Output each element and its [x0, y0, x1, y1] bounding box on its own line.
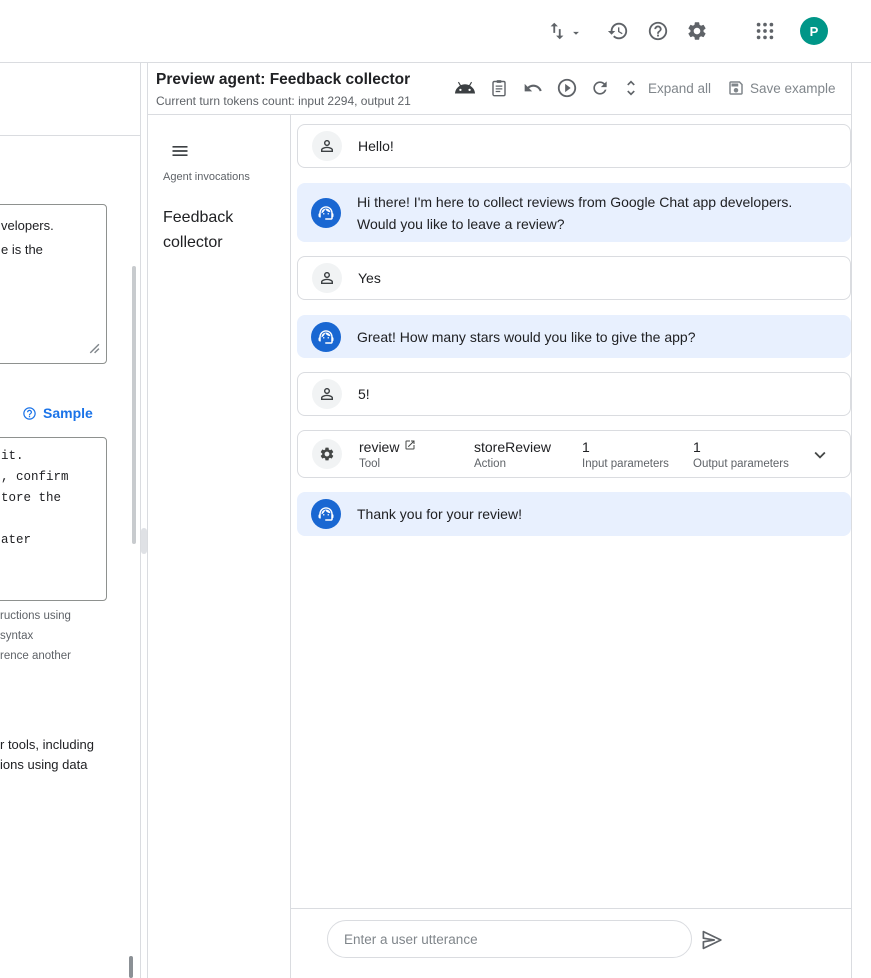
- account-avatar[interactable]: P: [800, 17, 828, 45]
- tool-gear-icon: [312, 439, 342, 469]
- settings-icon[interactable]: [685, 19, 709, 43]
- support-agent-icon: [311, 198, 341, 228]
- send-icon[interactable]: [699, 927, 725, 953]
- preview-right-border: [851, 62, 852, 978]
- goal-text-fragment: e is the: [1, 238, 54, 262]
- android-icon[interactable]: [454, 77, 476, 99]
- utterance-input[interactable]: [328, 921, 691, 957]
- clipboard-icon[interactable]: [489, 78, 509, 98]
- action-type-label: Action: [474, 458, 506, 470]
- goal-text-fragment: velopers.: [1, 214, 54, 238]
- message-text: Thank you for your review!: [357, 503, 835, 525]
- hint-text-fragment: syntax: [0, 626, 71, 646]
- person-icon: [312, 263, 342, 293]
- open-in-new-icon[interactable]: [404, 439, 416, 451]
- preview-title: Preview agent: Feedback collector: [156, 71, 410, 89]
- goal-textarea[interactable]: velopers. e is the: [0, 204, 107, 364]
- expand-all-button[interactable]: Expand all: [648, 81, 711, 96]
- save-icon[interactable]: [727, 79, 745, 97]
- output-params-label: Output parameters: [693, 458, 789, 470]
- sample-link[interactable]: Sample: [22, 404, 93, 421]
- user-message: 5!: [297, 372, 851, 416]
- instructions-fragment: , confirm: [1, 467, 69, 488]
- instructions-textarea[interactable]: it. , confirm tore the ater: [0, 437, 107, 601]
- instructions-fragment: ater: [1, 530, 69, 551]
- nav-section-label: Agent invocations: [163, 171, 250, 183]
- history-icon[interactable]: [606, 19, 630, 43]
- left-panel-scrollbar-thumb[interactable]: [132, 266, 136, 544]
- utterance-input-wrapper: [327, 920, 692, 958]
- undo-icon[interactable]: [523, 78, 543, 98]
- person-icon: [312, 379, 342, 409]
- splitter-right-edge: [147, 62, 148, 978]
- message-text: Hi there! I'm here to collect reviews fr…: [357, 191, 835, 235]
- tools-text-fragment: ions using data: [0, 755, 94, 775]
- app-window: P velopers. e is the Sample it.: [0, 0, 871, 978]
- nav-agent-item[interactable]: Feedback collector: [163, 205, 281, 255]
- support-agent-icon: [311, 499, 341, 529]
- preview-token-count: Current turn tokens count: input 2294, o…: [156, 94, 411, 108]
- input-params-label: Input parameters: [582, 458, 669, 470]
- message-text: Great! How many stars would you like to …: [357, 326, 835, 348]
- left-panel-divider: [0, 135, 140, 136]
- tool-type-label: Tool: [359, 458, 380, 470]
- tools-text-fragment: r tools, including: [0, 735, 94, 755]
- refresh-icon[interactable]: [590, 78, 610, 98]
- message-text: 5!: [358, 383, 834, 405]
- hint-text-fragment: rence another: [0, 646, 71, 666]
- agent-message: Great! How many stars would you like to …: [297, 315, 851, 358]
- dropdown-caret-icon[interactable]: [569, 26, 583, 40]
- resize-handle-icon[interactable]: [87, 341, 100, 359]
- input-params-count: 1: [582, 439, 590, 455]
- play-circle-icon[interactable]: [556, 77, 578, 99]
- help-icon[interactable]: [646, 19, 670, 43]
- avatar-letter: P: [810, 24, 819, 39]
- sample-link-label: Sample: [43, 405, 93, 421]
- action-name: storeReview: [474, 439, 551, 455]
- user-message: Hello!: [297, 124, 851, 168]
- nav-divider: [290, 114, 291, 978]
- tool-name: review: [359, 439, 399, 455]
- hint-text-fragment: ructions using: [0, 606, 71, 626]
- message-text: Hello!: [358, 135, 834, 157]
- composer-divider: [291, 908, 851, 909]
- tool-name-row: review: [359, 439, 416, 455]
- help-icon: [22, 404, 37, 421]
- user-message: Yes: [297, 256, 851, 300]
- apps-grid-icon[interactable]: [754, 20, 776, 42]
- swap-vert-icon[interactable]: [545, 19, 569, 43]
- instructions-fragment: it.: [1, 446, 69, 467]
- page-scrollbar-thumb[interactable]: [129, 956, 133, 978]
- preview-header-divider: [148, 114, 851, 115]
- agent-message: Hi there! I'm here to collect reviews fr…: [297, 183, 851, 242]
- menu-icon[interactable]: [170, 141, 190, 161]
- splitter-left-edge: [140, 62, 141, 978]
- message-text: Yes: [358, 267, 834, 289]
- agent-message: Thank you for your review!: [297, 492, 851, 536]
- support-agent-icon: [311, 322, 341, 352]
- instructions-fragment: tore the: [1, 488, 69, 509]
- panel-resize-handle[interactable]: [141, 528, 147, 554]
- save-example-button[interactable]: Save example: [750, 81, 836, 96]
- tool-invocation-card[interactable]: review Tool storeReview Action 1 Input p…: [297, 430, 851, 478]
- topbar-divider: [0, 62, 871, 63]
- unfold-more-icon[interactable]: [621, 78, 641, 98]
- person-icon: [312, 131, 342, 161]
- chevron-down-icon[interactable]: [808, 443, 832, 467]
- output-params-count: 1: [693, 439, 701, 455]
